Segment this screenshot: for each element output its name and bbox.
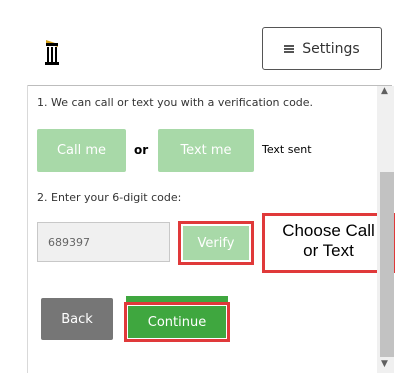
hamburger-icon — [284, 44, 295, 53]
university-logo-icon — [45, 40, 59, 65]
app-frame: Settings 1. We can call or text you with… — [0, 0, 395, 373]
back-button[interactable]: Back — [41, 298, 113, 340]
step2-instructions: 2. Enter your 6-digit code: — [37, 191, 182, 204]
annotation-callout: Choose Call or Text — [262, 213, 395, 273]
text-sent-status: Text sent — [262, 143, 312, 156]
text-me-button[interactable]: Text me — [158, 129, 254, 172]
panel-divider — [27, 85, 392, 86]
panel-left-border — [27, 85, 28, 373]
scroll-up-arrow-icon[interactable]: ▲ — [381, 86, 388, 96]
settings-label: Settings — [302, 40, 360, 57]
call-me-button[interactable]: Call me — [37, 129, 126, 172]
continue-button[interactable]: Continue — [128, 306, 226, 338]
or-label: or — [134, 143, 149, 157]
step1-instructions: 1. We can call or text you with a verifi… — [37, 96, 314, 109]
scroll-down-arrow-icon[interactable]: ▼ — [381, 359, 388, 369]
settings-button[interactable]: Settings — [262, 27, 382, 70]
scrollbar-thumb[interactable] — [380, 172, 394, 357]
callout-line1: Choose Call — [282, 221, 375, 240]
callout-line2: or Text — [303, 241, 354, 260]
verification-code-input[interactable]: 689397 — [37, 222, 170, 262]
verify-button[interactable]: Verify — [183, 226, 249, 260]
